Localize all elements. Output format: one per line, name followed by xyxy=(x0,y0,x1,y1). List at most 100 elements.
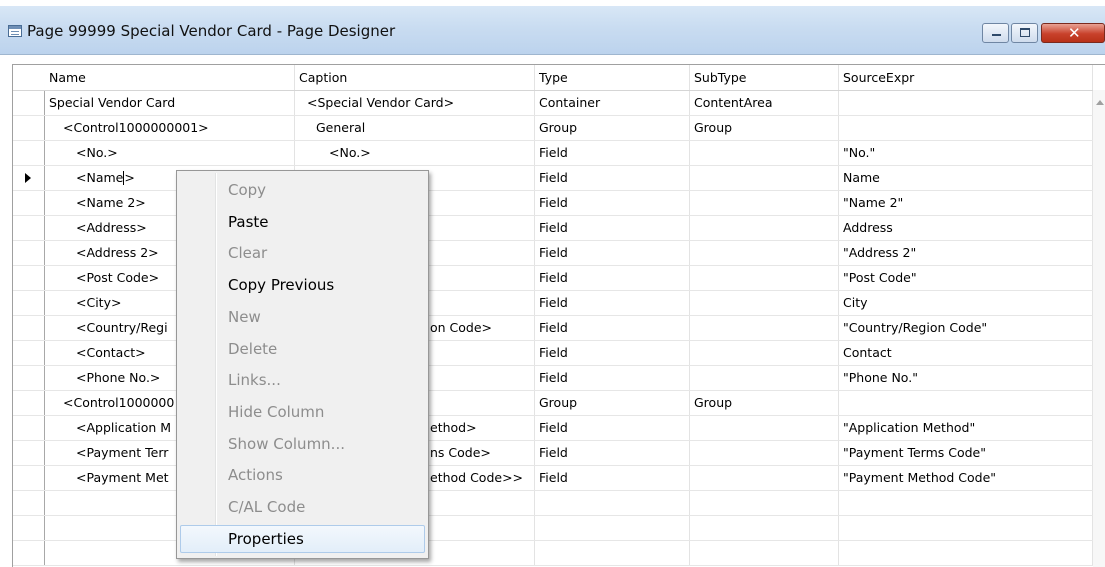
cell-type[interactable]: Field xyxy=(535,141,690,165)
cell-source[interactable] xyxy=(839,116,1093,140)
cell-source[interactable]: "No." xyxy=(839,141,1093,165)
cell-type[interactable] xyxy=(535,516,690,540)
row-selector[interactable] xyxy=(13,466,45,490)
cell-type[interactable]: Field xyxy=(535,216,690,240)
cell-source[interactable] xyxy=(839,516,1093,540)
cell-subtype[interactable] xyxy=(690,241,839,265)
cell-type[interactable] xyxy=(535,541,690,565)
table-row[interactable]: <City> Field City xyxy=(13,291,1093,316)
title-bar[interactable]: Page 99999 Special Vendor Card - Page De… xyxy=(0,6,1105,55)
cell-subtype[interactable]: Group xyxy=(690,116,839,140)
table-row[interactable]: <Name> Field Name xyxy=(13,166,1093,191)
cell-source[interactable]: "Address 2" xyxy=(839,241,1093,265)
cell-type[interactable]: Field xyxy=(535,316,690,340)
menu-item-links[interactable]: Links... xyxy=(180,366,425,394)
table-row[interactable] xyxy=(13,516,1093,541)
cell-subtype[interactable] xyxy=(690,266,839,290)
row-selector[interactable] xyxy=(13,441,45,465)
cell-source[interactable] xyxy=(839,491,1093,515)
table-row[interactable]: <Payment Met ethod Code>> Field "Payment Me… xyxy=(13,466,1093,491)
column-header-type[interactable]: Type xyxy=(535,65,690,90)
cell-source[interactable]: "Country/Region Code" xyxy=(839,316,1093,340)
cell-caption[interactable]: <No.> xyxy=(295,141,535,165)
menu-item-properties[interactable]: Properties xyxy=(180,524,425,553)
table-row[interactable]: <Post Code> Field "Post Code" xyxy=(13,266,1093,291)
cell-subtype[interactable] xyxy=(690,216,839,240)
table-row[interactable]: <Control1000000 Group Group xyxy=(13,391,1093,416)
table-row[interactable]: <Contact> Field Contact xyxy=(13,341,1093,366)
cell-subtype[interactable] xyxy=(690,291,839,315)
cell-subtype[interactable] xyxy=(690,491,839,515)
menu-item-copy-previous[interactable]: Copy Previous xyxy=(180,271,425,299)
cell-subtype[interactable]: ContentArea xyxy=(690,91,839,115)
cell-type[interactable]: Group xyxy=(535,391,690,415)
cell-source[interactable]: Name xyxy=(839,166,1093,190)
cell-subtype[interactable] xyxy=(690,441,839,465)
cell-source[interactable]: "Application Method" xyxy=(839,416,1093,440)
table-row[interactable] xyxy=(13,491,1093,516)
cell-subtype[interactable] xyxy=(690,541,839,565)
column-header-name[interactable]: Name xyxy=(45,65,295,90)
table-row[interactable]: <Name 2> Field "Name 2" xyxy=(13,191,1093,216)
row-selector[interactable] xyxy=(13,91,45,115)
row-selector[interactable] xyxy=(13,341,45,365)
row-selector[interactable] xyxy=(13,266,45,290)
cell-source[interactable]: Contact xyxy=(839,341,1093,365)
cell-caption[interactable]: General xyxy=(295,116,535,140)
cell-source[interactable]: "Post Code" xyxy=(839,266,1093,290)
menu-item-c-al-code[interactable]: C/AL Code xyxy=(180,493,425,521)
row-selector[interactable] xyxy=(13,166,45,190)
column-header-sourceexpr[interactable]: SourceExpr xyxy=(839,65,1093,90)
cell-type[interactable]: Container xyxy=(535,91,690,115)
menu-item-actions[interactable]: Actions xyxy=(180,461,425,489)
cell-subtype[interactable] xyxy=(690,341,839,365)
cell-type[interactable]: Field xyxy=(535,266,690,290)
cell-subtype[interactable] xyxy=(690,191,839,215)
table-row[interactable]: <Address> Field Address xyxy=(13,216,1093,241)
table-row[interactable]: <Payment Terr ns Code> Field "Payment Terms… xyxy=(13,441,1093,466)
cell-source[interactable]: "Name 2" xyxy=(839,191,1093,215)
row-selector[interactable] xyxy=(13,316,45,340)
cell-source[interactable]: Address xyxy=(839,216,1093,240)
row-selector[interactable] xyxy=(13,116,45,140)
row-selector[interactable] xyxy=(13,141,45,165)
cell-source[interactable]: "Payment Terms Code" xyxy=(839,441,1093,465)
row-selector[interactable] xyxy=(13,216,45,240)
cell-name[interactable]: <Control1000000001> xyxy=(45,116,295,140)
cell-type[interactable]: Field xyxy=(535,441,690,465)
cell-subtype[interactable] xyxy=(690,166,839,190)
minimize-button[interactable] xyxy=(982,23,1009,43)
table-row[interactable]: <Application Method> Field "Application Me… xyxy=(13,416,1093,441)
table-row[interactable] xyxy=(13,541,1093,566)
cell-type[interactable] xyxy=(535,491,690,515)
cell-source[interactable] xyxy=(839,391,1093,415)
row-selector[interactable] xyxy=(13,291,45,315)
cell-type[interactable]: Field xyxy=(535,416,690,440)
maximize-button[interactable] xyxy=(1011,23,1038,43)
table-row[interactable]: <No.> <No.> Field "No." xyxy=(13,141,1093,166)
row-selector[interactable] xyxy=(13,366,45,390)
column-header-subtype[interactable]: SubType xyxy=(690,65,839,90)
vertical-scrollbar[interactable] xyxy=(1093,90,1105,567)
cell-caption[interactable]: <Special Vendor Card> xyxy=(295,91,535,115)
cell-subtype[interactable] xyxy=(690,516,839,540)
table-row[interactable]: <Control1000000001> General Group Group xyxy=(13,116,1093,141)
row-selector[interactable] xyxy=(13,516,45,540)
cell-subtype[interactable] xyxy=(690,141,839,165)
cell-name[interactable]: Special Vendor Card xyxy=(45,91,295,115)
menu-item-copy[interactable]: Copy xyxy=(180,176,425,204)
menu-item-paste[interactable]: Paste xyxy=(180,208,425,236)
cell-type[interactable]: Field xyxy=(535,366,690,390)
cell-type[interactable]: Field xyxy=(535,191,690,215)
cell-type[interactable]: Field xyxy=(535,341,690,365)
cell-subtype[interactable] xyxy=(690,316,839,340)
cell-subtype[interactable]: Group xyxy=(690,391,839,415)
cell-type[interactable]: Field xyxy=(535,241,690,265)
row-selector[interactable] xyxy=(13,541,45,565)
close-button[interactable]: ✕ xyxy=(1041,23,1105,43)
cell-source[interactable]: City xyxy=(839,291,1093,315)
cell-name[interactable]: <No.> xyxy=(45,141,295,165)
row-selector[interactable] xyxy=(13,191,45,215)
cell-type[interactable]: Group xyxy=(535,116,690,140)
cell-source[interactable]: "Phone No." xyxy=(839,366,1093,390)
